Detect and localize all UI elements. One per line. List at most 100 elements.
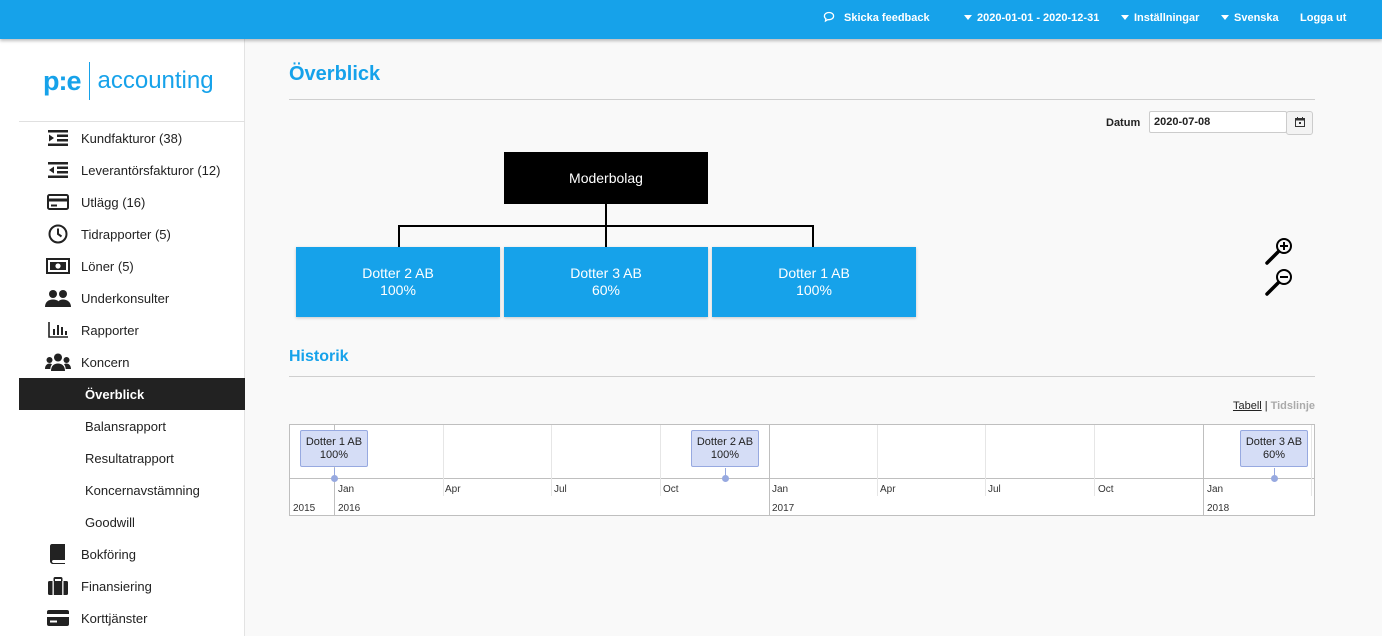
speech-bubble-icon — [823, 2, 835, 38]
org-chart: Moderbolag Dotter 2 AB 100% Dotter 3 AB … — [289, 39, 989, 339]
clock-icon — [45, 223, 71, 245]
timeline-item-share: 100% — [319, 449, 349, 461]
sidebar-subitem-label: Resultatrapport — [85, 450, 174, 466]
timeline-month-label: Jul — [554, 484, 567, 495]
sidebar-item-label: Koncern — [81, 354, 130, 370]
sidebar-item-koncern[interactable]: Koncern — [19, 346, 245, 378]
indent-list-icon — [45, 159, 71, 181]
sidebar-item-label: Leverantörsfakturor (12) — [81, 162, 221, 178]
timeline-month-label: Oct — [1098, 484, 1114, 495]
sidebar-subitem-koncernavstamning[interactable]: Koncernavstämning — [19, 474, 245, 506]
caret-down-icon — [1221, 15, 1229, 20]
sidebar-item-utlagg[interactable]: Utlägg (16) — [19, 186, 245, 218]
org-node-name: Dotter 3 AB — [570, 265, 642, 281]
outdent-list-icon — [45, 127, 71, 149]
sidebar-item-kundfakturor[interactable]: Kundfakturor (38) — [19, 122, 245, 154]
zoom-out-button[interactable] — [1264, 267, 1296, 297]
sidebar-item-label: Underkonsulter — [81, 290, 170, 306]
sidebar-item-label: Finansiering — [81, 578, 152, 594]
timeline-gridline — [443, 425, 444, 478]
sidebar-item-label: Utlägg (16) — [81, 194, 146, 210]
book-icon — [45, 543, 71, 565]
sidebar-item-label: Rapporter — [81, 322, 139, 338]
sidebar-subitem-goodwill[interactable]: Goodwill — [19, 506, 245, 538]
sidebar-subitem-label: Goodwill — [85, 514, 135, 530]
timeline-month-label: Jan — [1207, 484, 1224, 495]
sidebar-subitem-resultatrapport[interactable]: Resultatrapport — [19, 442, 245, 474]
timeline-tick — [877, 478, 878, 496]
timeline-item-dot — [331, 475, 338, 482]
timeline-item[interactable]: Dotter 2 AB 100% — [691, 430, 759, 467]
timeline-year-line — [1203, 425, 1204, 515]
sidebar-item-underkonsulter[interactable]: Underkonsulter — [19, 282, 245, 314]
sidebar-item-label: Korttjänster — [81, 610, 148, 626]
timeline-item[interactable]: Dotter 3 AB 60% — [1240, 430, 1308, 467]
banknote-icon — [45, 255, 71, 277]
org-node-name: Dotter 1 AB — [778, 265, 850, 281]
top-bar: Skicka feedback 2020-01-01 - 2020-12-31 … — [0, 0, 1382, 39]
timeline-month-label: Jan — [338, 484, 355, 495]
timeline-year-label: 2017 — [772, 503, 795, 514]
calendar-button[interactable] — [1286, 111, 1313, 135]
timeline-item[interactable]: Dotter 1 AB 100% — [300, 430, 368, 467]
sidebar-item-label: Kundfakturor (38) — [81, 130, 183, 146]
timeline-tick — [1311, 478, 1312, 496]
feedback-link[interactable]: Skicka feedback — [823, 0, 930, 39]
sidebar-item-loner[interactable]: Löner (5) — [19, 250, 245, 282]
timeline-item-share: 60% — [1262, 449, 1286, 461]
view-switcher: Tabell | Tidslinje — [1233, 400, 1315, 412]
logo-divider — [88, 62, 90, 100]
logout-link[interactable]: Logga ut — [1300, 0, 1346, 39]
sidebar-item-bokforing[interactable]: Bokföring — [19, 538, 245, 570]
users-group-icon — [45, 351, 71, 373]
timeline-month-label: Apr — [880, 484, 896, 495]
view-tidslinje-link[interactable]: Tidslinje — [1271, 400, 1315, 412]
org-node-share: 100% — [380, 282, 416, 298]
timeline-tick — [1094, 478, 1095, 496]
timeline-month-label: Oct — [663, 484, 679, 495]
datum-input[interactable] — [1149, 111, 1287, 133]
org-node-child[interactable]: Dotter 1 AB 100% — [712, 247, 916, 317]
sidebar-item-korttjanster[interactable]: Korttjänster — [19, 602, 245, 634]
credit-card-icon — [45, 191, 71, 213]
settings-label: Inställningar — [1134, 12, 1200, 24]
org-node-share: 60% — [591, 282, 621, 298]
settings-dropdown[interactable]: Inställningar — [1121, 0, 1199, 39]
zoom-in-button[interactable] — [1264, 236, 1296, 266]
bar-chart-icon — [45, 319, 71, 341]
timeline-month-label: Jan — [772, 484, 789, 495]
language-dropdown[interactable]: Svenska — [1221, 0, 1279, 39]
sidebar-item-rapporter[interactable]: Rapporter — [19, 314, 245, 346]
sidebar-subitem-label: Överblick — [85, 386, 145, 402]
org-node-label: Moderbolag — [569, 170, 643, 186]
timeline-year-label: 2016 — [338, 503, 361, 514]
org-node-parent[interactable]: Moderbolag — [504, 152, 708, 204]
language-label: Svenska — [1234, 12, 1279, 24]
period-dropdown[interactable]: 2020-01-01 - 2020-12-31 — [964, 0, 1099, 39]
feedback-label: Skicka feedback — [844, 12, 930, 24]
logo[interactable]: p:e accounting — [43, 61, 214, 101]
sidebar-item-tidrapporter[interactable]: Tidrapporter (5) — [19, 218, 245, 250]
view-separator: | — [1264, 400, 1268, 412]
sidebar-item-leverantorsfakturor[interactable]: Leverantörsfakturor (12) — [19, 154, 245, 186]
timeline-month-label: Apr — [445, 484, 461, 495]
org-node-child[interactable]: Dotter 3 AB 60% — [504, 247, 708, 317]
caret-down-icon — [964, 15, 972, 20]
timeline-item-share: 100% — [710, 449, 740, 461]
timeline-item-name: Dotter 1 AB — [305, 436, 363, 448]
timeline-tick — [551, 478, 552, 496]
timeline-gridline — [551, 425, 552, 478]
org-node-child[interactable]: Dotter 2 AB 100% — [296, 247, 500, 317]
timeline-gridline — [660, 425, 661, 478]
view-tabell-link[interactable]: Tabell — [1233, 400, 1262, 412]
timeline-tick — [660, 478, 661, 496]
timeline-year-label: 2015 — [293, 503, 316, 514]
sidebar-subitem-balansrapport[interactable]: Balansrapport — [19, 410, 245, 442]
timeline-item-dot — [722, 475, 729, 482]
sidebar-item-finansiering[interactable]: Finansiering — [19, 570, 245, 602]
sidebar-subitem-overblick[interactable]: Överblick — [19, 378, 245, 410]
caret-down-icon — [1121, 15, 1129, 20]
timeline[interactable]: Jan Apr Jul Oct Jan Apr Jul Oct Jan 2015… — [289, 424, 1315, 516]
sidebar: p:e accounting Kundfakturor (38) Leveran… — [0, 39, 245, 636]
period-label: 2020-01-01 - 2020-12-31 — [977, 12, 1100, 24]
